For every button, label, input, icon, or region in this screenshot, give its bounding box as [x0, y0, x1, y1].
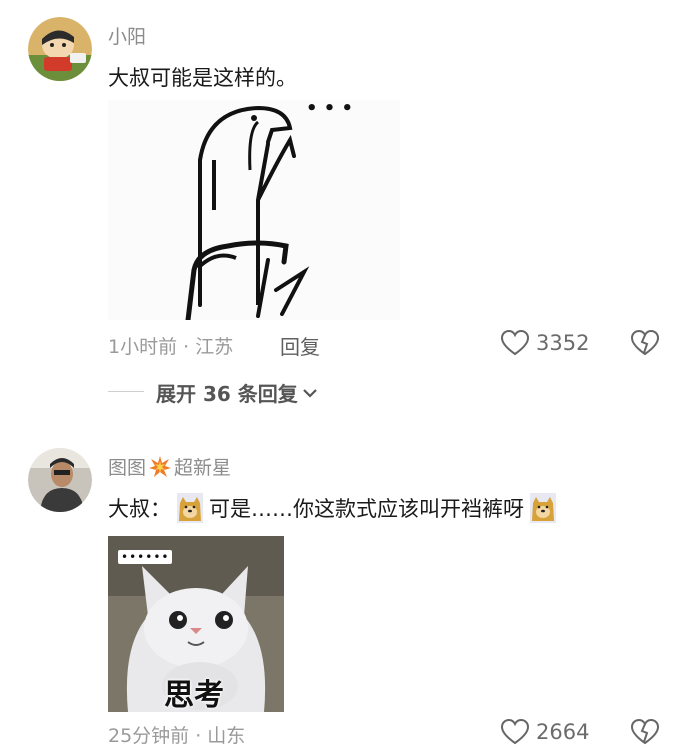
comment-text-main: 可是……你这款式应该叫开裆裤呀 [209, 497, 524, 521]
sticker-caption: 思考 [164, 678, 224, 712]
heart-icon [500, 718, 530, 745]
comment-text: 大叔： 可是……你这款式应该叫开裆裤呀 [108, 493, 562, 523]
doge-emoji-icon [177, 493, 203, 523]
avatar[interactable] [28, 448, 92, 512]
like-count: 2664 [536, 720, 590, 744]
sticker-image[interactable]: • • • [108, 100, 400, 320]
comment-text-prefix: 大叔： [108, 497, 171, 521]
timestamp-location: 25分钟前 · 山东 [108, 725, 246, 747]
like-button[interactable]: 2664 [500, 718, 589, 746]
timestamp-location: 1小时前 · 江苏 [108, 336, 234, 358]
sticker-dots: • • • [306, 100, 354, 119]
comment-username[interactable]: 小阳 [108, 22, 146, 49]
explosion-icon [149, 455, 172, 477]
sticker-dots: •••••• [118, 550, 173, 564]
sticker-image[interactable]: •••••• 思考 [108, 536, 284, 712]
avatar[interactable] [28, 17, 92, 81]
doge-emoji-icon [530, 493, 556, 523]
expand-replies-label: 展开 36 条回复 [156, 382, 298, 406]
like-button[interactable]: 3352 [500, 329, 589, 357]
username-text: 图图 [108, 457, 147, 479]
broken-heart-icon [630, 329, 660, 356]
comment-username[interactable]: 图图 超新星 [108, 453, 231, 480]
expand-replies-button[interactable]: 展开 36 条回复 [156, 378, 318, 407]
username-badge: 超新星 [174, 457, 232, 479]
chevron-down-icon [302, 388, 317, 398]
broken-heart-icon [630, 718, 660, 745]
heart-icon [500, 329, 530, 356]
divider-line [108, 391, 144, 392]
reply-button[interactable]: 回复 [280, 331, 320, 360]
like-count: 3352 [536, 331, 590, 355]
comment-text: 大叔可能是这样的。 [108, 66, 297, 90]
dislike-button[interactable] [630, 329, 660, 361]
dislike-button[interactable] [630, 718, 660, 750]
